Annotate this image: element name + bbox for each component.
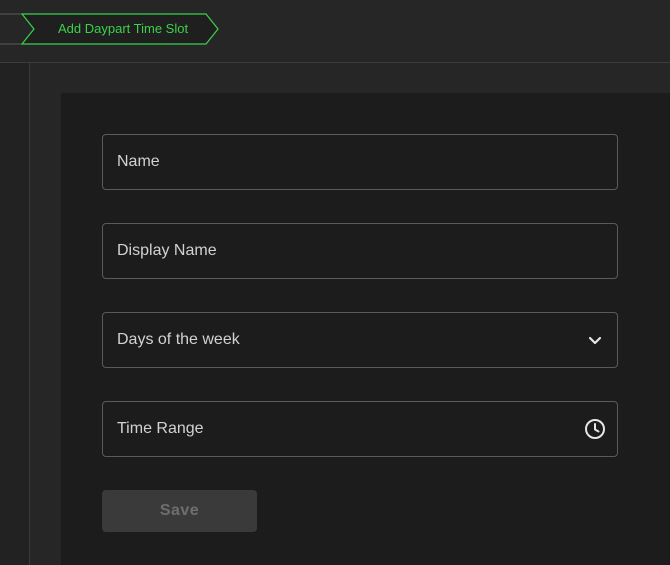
- breadcrumb-current[interactable]: Add Daypart Time Slot: [58, 20, 188, 38]
- name-field-label: Name: [117, 153, 160, 170]
- page-root: Add Daypart Time Slot Name Display Name …: [0, 0, 670, 565]
- time-range-field[interactable]: Time Range: [102, 401, 618, 457]
- chevron-down-icon[interactable]: [583, 328, 607, 352]
- save-button[interactable]: Save: [102, 490, 257, 532]
- name-field[interactable]: Name: [102, 134, 618, 190]
- display-name-field-label: Display Name: [117, 242, 217, 259]
- days-of-week-select[interactable]: Days of the week: [102, 312, 618, 368]
- breadcrumb: Add Daypart Time Slot: [0, 0, 670, 62]
- clock-icon[interactable]: [583, 417, 607, 441]
- header-divider: [0, 62, 670, 63]
- display-name-field[interactable]: Display Name: [102, 223, 618, 279]
- time-range-label: Time Range: [117, 420, 204, 437]
- days-of-week-label: Days of the week: [117, 331, 240, 348]
- left-rail: [0, 63, 30, 565]
- form-panel: Name Display Name Days of the week Time …: [61, 93, 670, 565]
